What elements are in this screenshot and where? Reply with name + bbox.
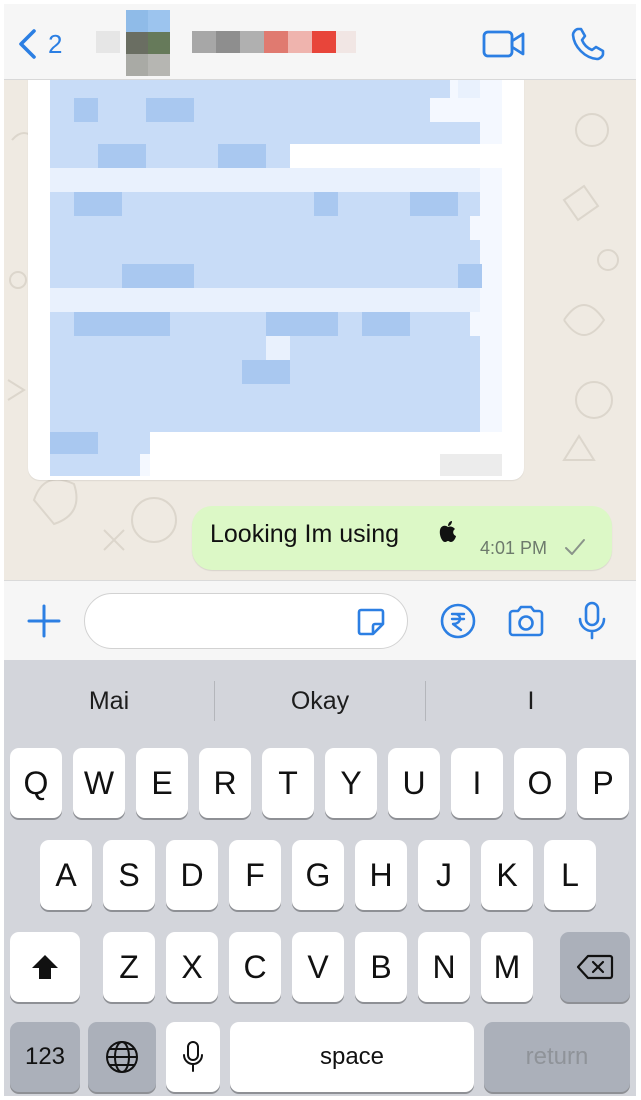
key-f[interactable]: F xyxy=(229,840,281,910)
sticker-icon[interactable] xyxy=(355,606,387,638)
key-v[interactable]: V xyxy=(292,932,344,1002)
unread-count: 2 xyxy=(48,28,63,59)
globe-icon xyxy=(106,1041,138,1073)
video-camera-icon xyxy=(482,30,525,58)
message-time: 4:01 PM xyxy=(480,538,548,558)
contact-name-blurred[interactable] xyxy=(96,29,356,55)
camera-button[interactable] xyxy=(504,599,548,643)
predictive-suggestions: Mai Okay I xyxy=(4,660,636,742)
key-d[interactable]: D xyxy=(166,840,218,910)
key-m[interactable]: M xyxy=(481,932,533,1002)
message-field[interactable] xyxy=(84,593,408,649)
key-a[interactable]: A xyxy=(40,840,92,910)
key-g[interactable]: G xyxy=(292,840,344,910)
camera-icon xyxy=(508,605,544,637)
image-message[interactable] xyxy=(28,80,524,480)
return-key[interactable]: return xyxy=(484,1022,630,1092)
key-w[interactable]: W xyxy=(73,748,125,818)
key-y[interactable]: Y xyxy=(325,748,377,818)
key-c[interactable]: C xyxy=(229,932,281,1002)
app-screen: 2 Looking Im using 4:01 PM Mai Okay I Q … xyxy=(4,4,636,1096)
key-t[interactable]: T xyxy=(262,748,314,818)
plus-icon xyxy=(27,604,61,638)
rupee-icon xyxy=(440,603,476,639)
single-check-icon xyxy=(565,539,585,555)
delete-key[interactable] xyxy=(560,932,630,1002)
key-o[interactable]: O xyxy=(514,748,566,818)
key-e[interactable]: E xyxy=(136,748,188,818)
shift-arrow-icon xyxy=(32,955,58,979)
dictation-key[interactable] xyxy=(166,1022,220,1092)
key-b[interactable]: B xyxy=(355,932,407,1002)
key-i[interactable]: I xyxy=(451,748,503,818)
message-input-bar xyxy=(4,580,636,660)
key-q[interactable]: Q xyxy=(10,748,62,818)
message-input[interactable] xyxy=(103,606,343,638)
attach-button[interactable] xyxy=(22,599,66,643)
key-u[interactable]: U xyxy=(388,748,440,818)
phone-icon xyxy=(571,27,605,61)
key-n[interactable]: N xyxy=(418,932,470,1002)
globe-key[interactable] xyxy=(88,1022,156,1092)
key-r[interactable]: R xyxy=(199,748,251,818)
chevron-left-icon xyxy=(19,29,36,59)
shift-key[interactable] xyxy=(10,932,80,1002)
key-j[interactable]: J xyxy=(418,840,470,910)
microphone-icon xyxy=(183,1041,203,1072)
key-k[interactable]: K xyxy=(481,840,533,910)
suggestion-3[interactable]: I xyxy=(426,687,636,716)
key-s[interactable]: S xyxy=(103,840,155,910)
blurred-image xyxy=(50,80,502,476)
key-h[interactable]: H xyxy=(355,840,407,910)
key-z[interactable]: Z xyxy=(103,932,155,1002)
microphone-icon xyxy=(578,601,606,640)
key-x[interactable]: X xyxy=(166,932,218,1002)
suggestion-2[interactable]: Okay xyxy=(215,687,425,716)
apple-logo-icon xyxy=(439,521,456,542)
payment-button[interactable] xyxy=(436,599,480,643)
numbers-key[interactable]: 123 xyxy=(10,1022,80,1092)
space-key[interactable]: space xyxy=(230,1022,474,1092)
suggestion-1[interactable]: Mai xyxy=(4,687,214,716)
keyboard: Mai Okay I Q W E R T Y U I O P A S D F G… xyxy=(4,660,636,1096)
voice-call-button[interactable] xyxy=(564,24,612,64)
voice-note-button[interactable] xyxy=(570,599,614,643)
chat-area[interactable]: Looking Im using 4:01 PM xyxy=(4,80,636,580)
key-p[interactable]: P xyxy=(577,748,629,818)
chat-header: 2 xyxy=(4,4,636,80)
outgoing-message[interactable]: Looking Im using 4:01 PM xyxy=(192,506,612,570)
video-call-button[interactable] xyxy=(480,24,528,64)
back-button[interactable]: 2 xyxy=(14,24,84,64)
message-text: Looking Im using xyxy=(210,520,400,548)
backspace-icon xyxy=(576,954,614,980)
key-l[interactable]: L xyxy=(544,840,596,910)
